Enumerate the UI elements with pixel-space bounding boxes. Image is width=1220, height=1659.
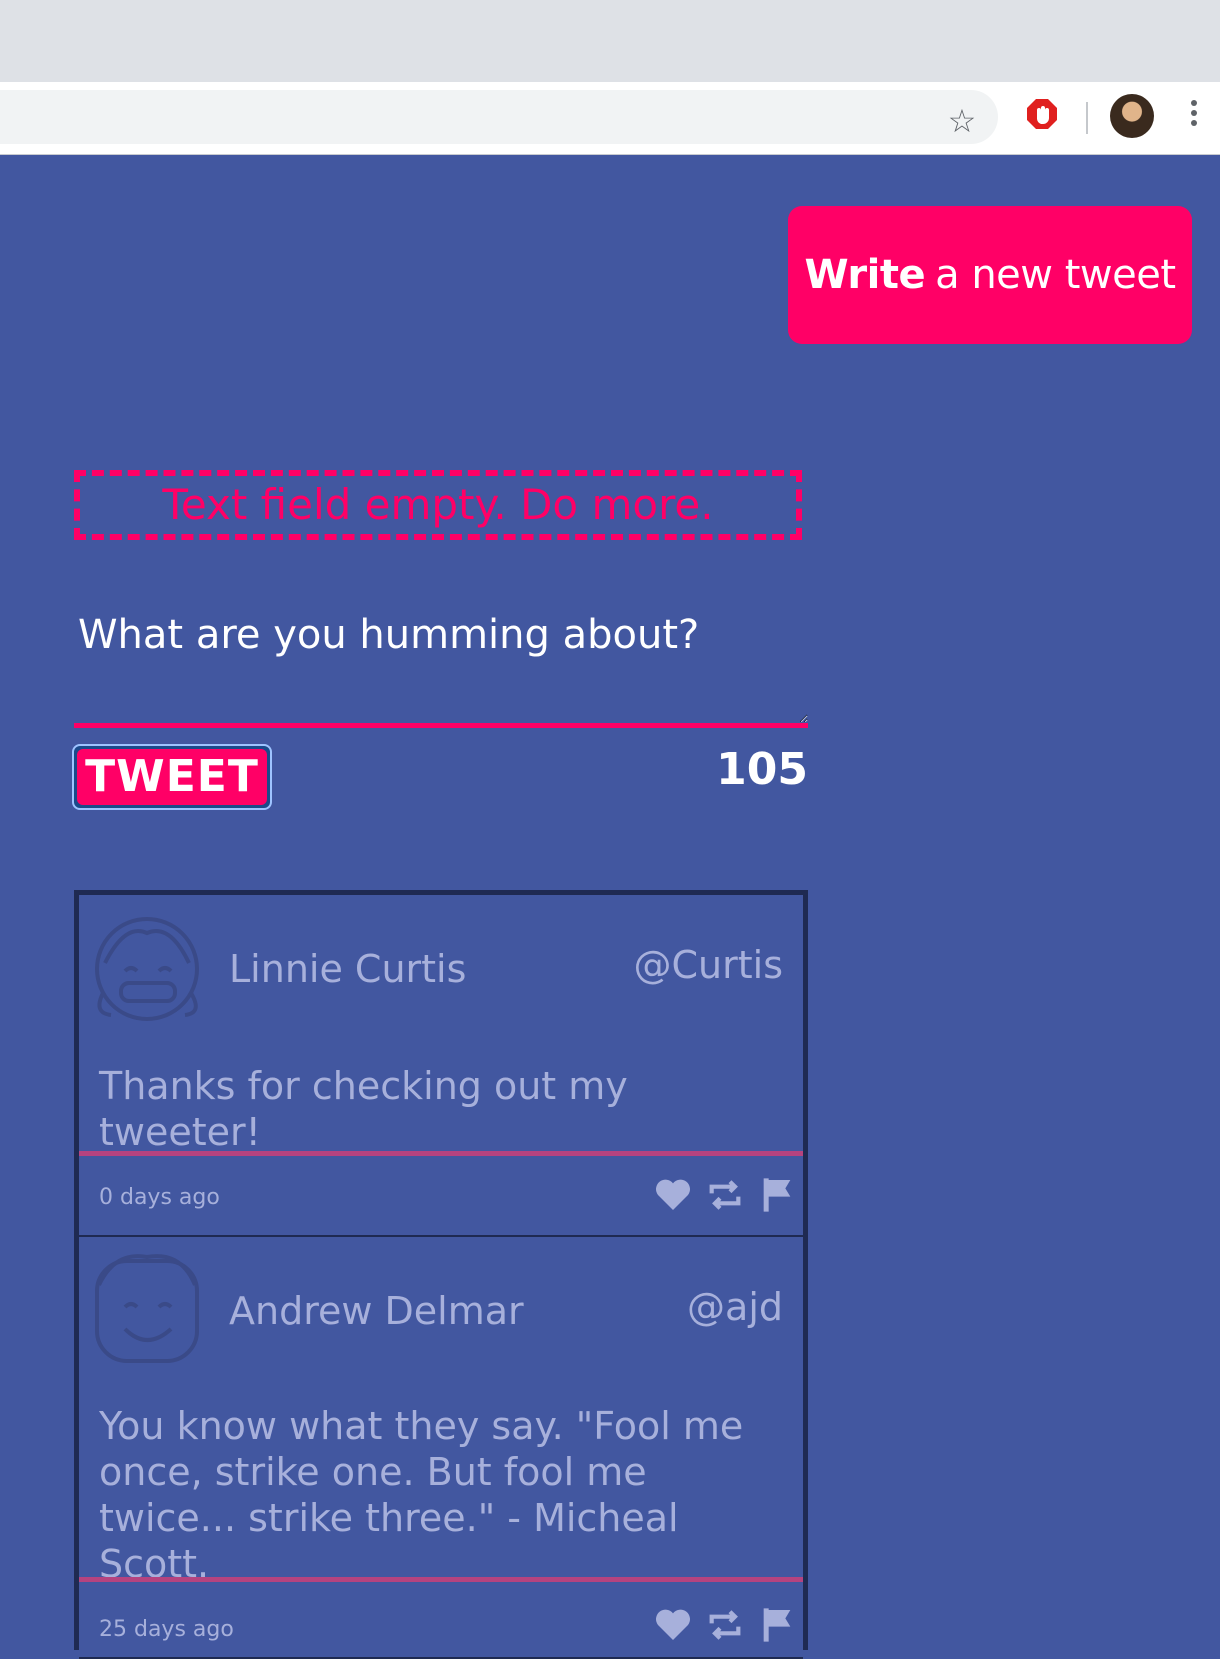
tweet-text: You know what they say. "Fool me once, s…: [99, 1404, 744, 1586]
tweet-text: Thanks for checking out my tweeter!: [99, 1064, 628, 1154]
avatar-boy-icon: [95, 1254, 199, 1363]
tweet-author-handle: @Curtis: [633, 943, 784, 987]
avatar-girl-icon: [95, 917, 199, 1021]
retweet-icon[interactable]: [705, 1605, 745, 1645]
write-new-tweet-button[interactable]: Write a new tweet: [788, 206, 1192, 344]
flag-icon[interactable]: [757, 1175, 797, 1215]
tweet-actions: [653, 1605, 797, 1645]
flag-icon[interactable]: [757, 1605, 797, 1645]
like-icon[interactable]: [653, 1605, 693, 1645]
tweet-actions: [653, 1175, 797, 1215]
tweet-submit-button[interactable]: TWEET: [72, 744, 272, 810]
address-bar[interactable]: ☆: [0, 90, 998, 144]
error-message: Text field empty. Do more.: [74, 470, 802, 540]
write-bold-label: Write: [804, 252, 926, 298]
menu-kebab-icon[interactable]: [1186, 96, 1202, 136]
tweet-age: 0 days ago: [99, 1185, 220, 1210]
tweet-author-name: Linnie Curtis: [229, 947, 467, 991]
toolbar-separator: [1086, 102, 1088, 134]
tweet-divider: [79, 1151, 803, 1156]
browser-tabstrip: [0, 0, 1220, 82]
tweet-card: Linnie Curtis @Curtis Thanks for checkin…: [79, 895, 803, 1237]
profile-avatar[interactable]: [1110, 94, 1154, 138]
adblock-icon[interactable]: [1026, 98, 1058, 130]
tweet-divider: [79, 1577, 803, 1582]
like-icon[interactable]: [653, 1175, 693, 1215]
tweet-card: Andrew Delmar @ajd You know what they sa…: [79, 1237, 803, 1659]
write-rest-label: a new tweet: [935, 252, 1176, 298]
tweet-author-handle: @ajd: [687, 1285, 783, 1329]
star-icon[interactable]: ☆: [944, 103, 980, 139]
tweet-author-name: Andrew Delmar: [229, 1289, 524, 1333]
browser-toolbar: ☆: [0, 82, 1220, 155]
tweet-submit-label: TWEET: [77, 749, 267, 805]
retweet-icon[interactable]: [705, 1175, 745, 1215]
character-counter: 105: [716, 744, 808, 795]
tweet-age: 25 days ago: [99, 1617, 234, 1642]
tweet-textarea[interactable]: [74, 600, 808, 728]
tweet-feed: Linnie Curtis @Curtis Thanks for checkin…: [74, 890, 808, 1659]
